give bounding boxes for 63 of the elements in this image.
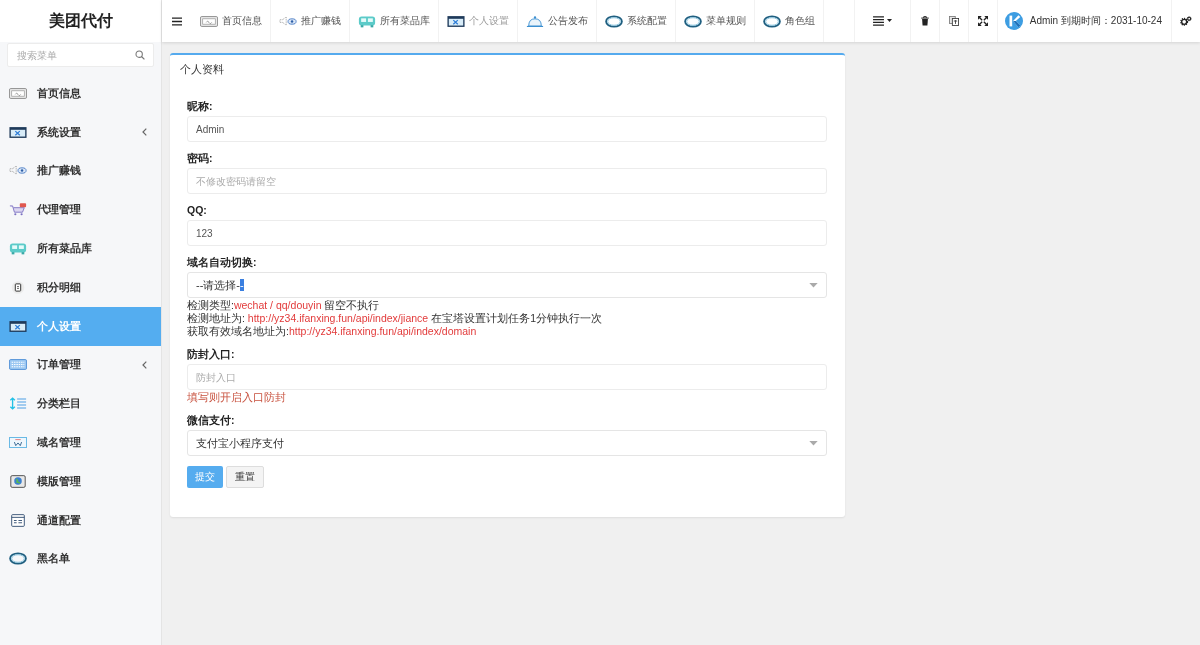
- sidebar-item[interactable]: 所有菜品库: [0, 229, 161, 268]
- settings-icon: [1180, 16, 1192, 26]
- ring-icon: [763, 14, 781, 28]
- input-field[interactable]: 防封入口: [187, 364, 827, 390]
- pages-icon: [948, 16, 959, 26]
- list-icon: [872, 16, 884, 26]
- help-text: 获取有效域名地址为:http://yz34.ifanxing.fun/api/index/domain: [187, 325, 478, 338]
- sidebar-item[interactable]: 通道配置: [0, 500, 161, 540]
- field-label: 昵称:: [187, 99, 214, 114]
- sidebar-item[interactable]: 黑名单: [0, 539, 161, 579]
- ring-icon: [684, 14, 702, 28]
- help-text: 检测类型:wechat / qq/douyin 留空不执行: [187, 299, 381, 312]
- menu-icon: [172, 16, 182, 26]
- picture-frame-icon: [9, 86, 27, 100]
- cart-icon: [9, 203, 27, 217]
- app-title: 美团代付: [0, 0, 161, 42]
- ring-icon: [9, 552, 27, 566]
- bell-icon: [526, 14, 544, 28]
- sidebar-item[interactable]: 模版管理: [0, 461, 161, 501]
- picture-frame-icon: [200, 14, 218, 28]
- search-field[interactable]: 搜索菜单: [7, 43, 154, 67]
- sidebar-item[interactable]: 积分明细: [0, 268, 161, 307]
- zigzag-box-icon: [9, 436, 27, 450]
- window-icon: [9, 125, 27, 139]
- ring-icon: [605, 14, 623, 28]
- bus-icon: [358, 14, 376, 28]
- caret-icon: [886, 19, 892, 23]
- panel-title: 个人资料: [179, 62, 225, 77]
- input-field[interactable]: 不修改密码请留空: [187, 168, 827, 194]
- select-field[interactable]: --请选择--: [187, 272, 827, 298]
- sidebar-item[interactable]: 系统设置: [0, 112, 161, 152]
- sidebar-item[interactable]: 首页信息: [0, 74, 161, 113]
- fullscreen-icon: [977, 16, 988, 26]
- search-icon: [135, 50, 145, 60]
- trash-icon: [919, 16, 930, 26]
- sidebar-item[interactable]: 订单管理: [0, 345, 161, 385]
- field-label: 域名自动切换:: [187, 255, 258, 270]
- input-field[interactable]: Admin: [187, 116, 827, 142]
- arrow-list-icon: [9, 397, 27, 411]
- field-label: 微信支付:: [187, 413, 236, 428]
- hint-text: 填写则开启入口防封: [187, 390, 287, 404]
- logo-icon: [1004, 12, 1023, 30]
- keyboard-icon: [9, 358, 27, 372]
- help-text: 检测地址为: http://yz34.ifanxing.fun/api/index/jiance 在宝塔设置计划任务1分钟执行一次: [187, 312, 603, 325]
- sidebar-item[interactable]: 代理管理: [0, 190, 161, 230]
- sidebar-item[interactable]: 分类栏目: [0, 384, 161, 424]
- dropdown-caret-icon: [809, 282, 818, 288]
- field-label: 防封入口:: [187, 347, 236, 362]
- bus-icon: [9, 242, 27, 256]
- form-card-icon: [9, 513, 27, 527]
- input-field[interactable]: 123: [187, 220, 827, 246]
- reset-button[interactable]: 重置: [226, 466, 264, 488]
- megaphone-eye-icon: [279, 14, 297, 28]
- field-label: 密码:: [187, 151, 214, 166]
- window-icon: [447, 14, 465, 28]
- globe-frame-icon: [9, 474, 27, 488]
- sidebar-item[interactable]: 推广赚钱: [0, 151, 161, 191]
- clipboard-icon: [9, 280, 27, 294]
- dropdown-caret-icon: [809, 440, 818, 446]
- field-label: QQ:: [187, 203, 208, 218]
- select-field[interactable]: 支付宝小程序支付: [187, 430, 827, 456]
- window-icon: [9, 319, 27, 333]
- sidebar-item[interactable]: 域名管理: [0, 423, 161, 462]
